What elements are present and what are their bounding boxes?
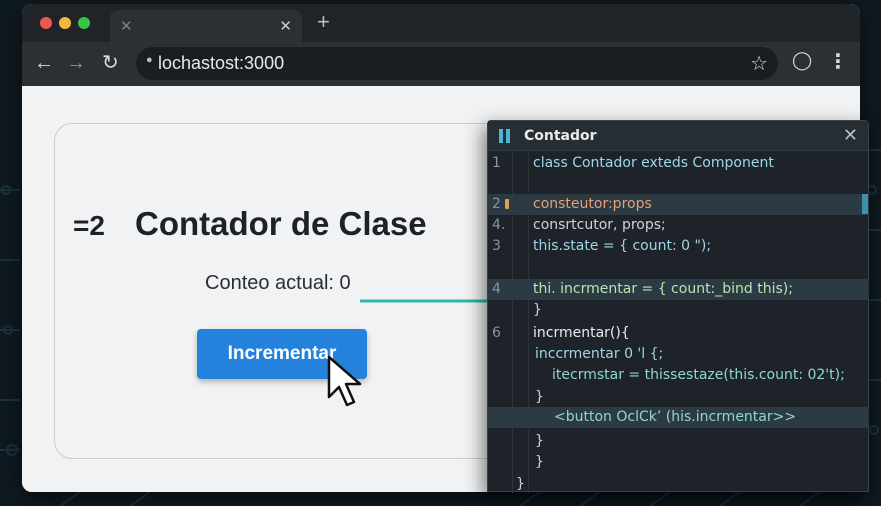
window-close-button[interactable] [40,17,52,29]
bookmark-star-icon[interactable]: ☆ [750,51,768,76]
browser-tab[interactable]: ✕ ✕ [110,10,302,42]
browser-toolbar: ← → ↻ ● lochastost:3000 ☆ ◯ ⋮ [22,42,860,86]
code-line: 1 class Contador exteds Component [488,153,869,174]
code-text: inccrmentar 0 'l {; [535,346,664,362]
back-arrow-icon[interactable]: ← [34,51,54,75]
code-panel-header: Contador ✕ [488,121,868,151]
tab-favicon-icon: ✕ [120,18,133,35]
code-text: thi. incrmentar = { count:_bind this); [533,281,793,297]
code-text: <button OclCk’ (his.incrmentar>> [554,409,797,425]
breakpoint-marker [505,199,509,209]
scrollbar-thumb[interactable] [862,194,868,214]
code-line: 4 thi. incrmentar = { count:_bind this); [488,279,869,300]
code-panel: Contador ✕ 1 class Contador exteds Compo… [487,120,869,495]
window-maximize-button[interactable] [78,17,90,29]
code-line: 2 consteutor:props [488,194,869,215]
code-text: } [533,302,542,318]
code-line: inccrmentar 0 'l {; [488,344,869,365]
code-text: itecrmstar = thissestaze(this.count: 02'… [552,367,845,383]
pause-icon [499,129,511,143]
line-number: 2 [492,196,501,212]
menu-kebab-icon[interactable]: ⋮ [828,49,848,74]
code-text: class Contador exteds Component [533,155,774,171]
tab-close-icon[interactable]: ✕ [279,17,292,35]
code-line: 3 this.state = { count: 0 "); [488,236,869,257]
code-line: 6 incrmentar(){ [488,323,869,344]
code-text: } [535,389,544,405]
count-display: Conteo actual: 0 [205,272,351,294]
code-panel-title: Contador [524,128,597,144]
line-number: 3 [492,238,501,254]
code-text: incrmentar(){ [533,325,630,341]
line-number: 1 [492,155,501,171]
code-text: this.state = { count: 0 "); [533,238,712,254]
line-number: 6 [492,325,501,341]
browser-titlebar: ✕ ✕ + [22,4,860,42]
code-line: } [488,300,869,321]
code-text: } [516,476,525,492]
line-number: 4 [492,281,501,297]
code-line: } [488,387,869,408]
window-minimize-button[interactable] [59,17,71,29]
code-line: <button OclCk’ (his.incrmentar>> [488,407,869,428]
code-line: } [488,431,869,452]
line-number: 4. [492,217,506,233]
page-title: Contador de Clase [135,205,427,242]
code-line: 4. consrtcutor, props; [488,215,869,236]
extensions-icon[interactable]: ◯ [792,50,812,71]
url-text[interactable]: lochastost:3000 [158,53,284,74]
code-line: itecrmstar = thissestaze(this.count: 02'… [488,365,869,386]
address-bar[interactable]: ● lochastost:3000 ☆ [136,47,778,80]
code-line: } [488,474,869,495]
new-tab-icon[interactable]: + [317,11,330,33]
site-info-icon[interactable]: ● [146,54,153,66]
code-text: consteutor:props [533,196,652,212]
heading-badge: =2 [73,210,105,241]
reload-icon[interactable]: ↻ [102,51,119,75]
close-icon[interactable]: ✕ [843,125,858,146]
code-line: } [488,452,869,473]
forward-arrow-icon[interactable]: → [66,51,86,75]
code-text: consrtcutor, props; [533,217,666,233]
code-text: } [535,454,544,470]
code-text: } [535,433,544,449]
mouse-pointer-icon [327,355,362,407]
